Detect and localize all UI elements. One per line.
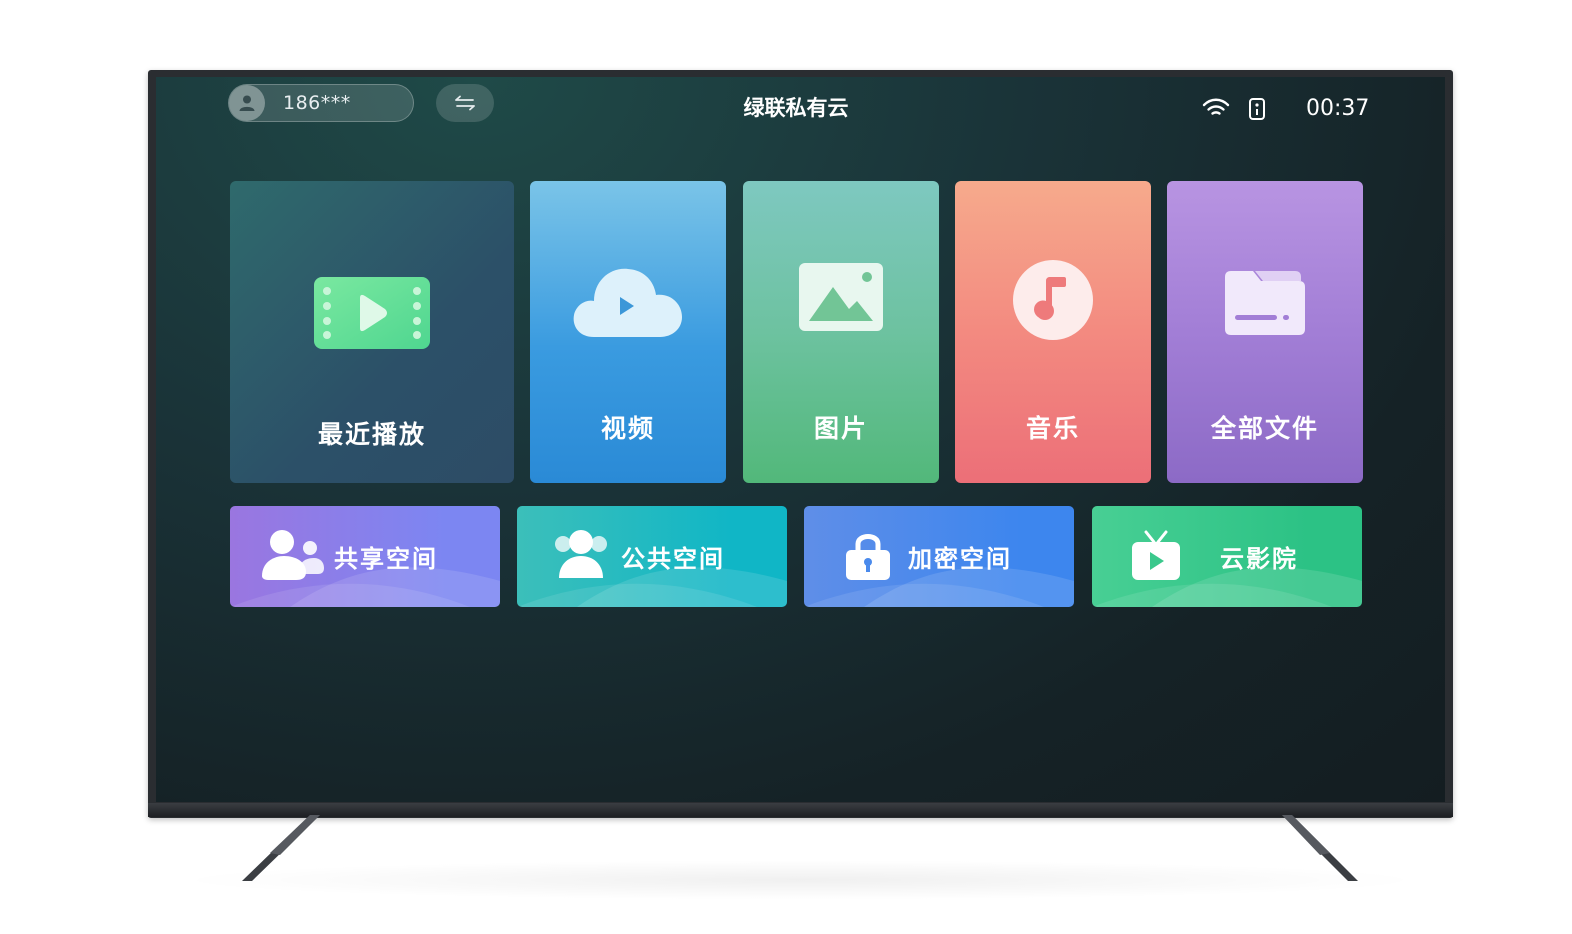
film-play-icon (314, 277, 430, 349)
folder-icon (1225, 271, 1305, 335)
remote-control-icon (1249, 98, 1265, 120)
tile-photos[interactable]: 图片 (743, 181, 939, 483)
tile-encrypted-space[interactable]: 加密空间 (804, 506, 1074, 607)
switch-account-button[interactable] (436, 84, 494, 122)
swap-arrows-icon (455, 95, 475, 111)
person-icon (239, 95, 255, 111)
tile-music[interactable]: 音乐 (955, 181, 1151, 483)
tv-screen: 186*** 绿联私有云 00:37 最近播放 视频 图片 音乐 全部文件 共享… (156, 77, 1445, 802)
tile-shared-space[interactable]: 共享空间 (230, 506, 500, 607)
wifi-icon (1202, 98, 1230, 115)
group-icon (555, 530, 607, 578)
tv-stand-left (242, 815, 320, 881)
tile-public-space[interactable]: 公共空间 (517, 506, 787, 607)
tile-label: 全部文件 (1210, 414, 1319, 443)
tile-label: 图片 (813, 414, 868, 443)
cloud-play-icon (573, 268, 682, 337)
tile-video[interactable]: 视频 (530, 181, 726, 483)
tile-label: 云影院 (1220, 545, 1298, 573)
image-icon (799, 263, 883, 331)
tile-label: 音乐 (1025, 414, 1080, 443)
app-title: 绿联私有云 (743, 96, 849, 120)
lock-icon (846, 534, 890, 580)
users-icon (262, 530, 324, 580)
clock: 00:37 (1306, 96, 1370, 121)
tile-label: 加密空间 (908, 545, 1012, 573)
avatar (229, 85, 265, 121)
music-note-icon (1013, 260, 1093, 340)
tile-recent-play[interactable]: 最近播放 (230, 181, 514, 483)
tv-floor-shadow (170, 860, 1430, 900)
tile-label: 视频 (600, 414, 655, 443)
tile-all-files[interactable]: 全部文件 (1167, 181, 1363, 483)
tile-label: 共享空间 (334, 545, 438, 573)
tile-label: 公共空间 (621, 545, 725, 573)
tv-stand-right (1282, 815, 1358, 881)
tile-cloud-cinema[interactable]: 云影院 (1092, 506, 1362, 607)
user-account-label: 186*** (283, 92, 351, 114)
tv-play-icon (1132, 530, 1180, 580)
tile-label: 最近播放 (317, 420, 426, 449)
user-account-button[interactable]: 186*** (228, 84, 414, 122)
